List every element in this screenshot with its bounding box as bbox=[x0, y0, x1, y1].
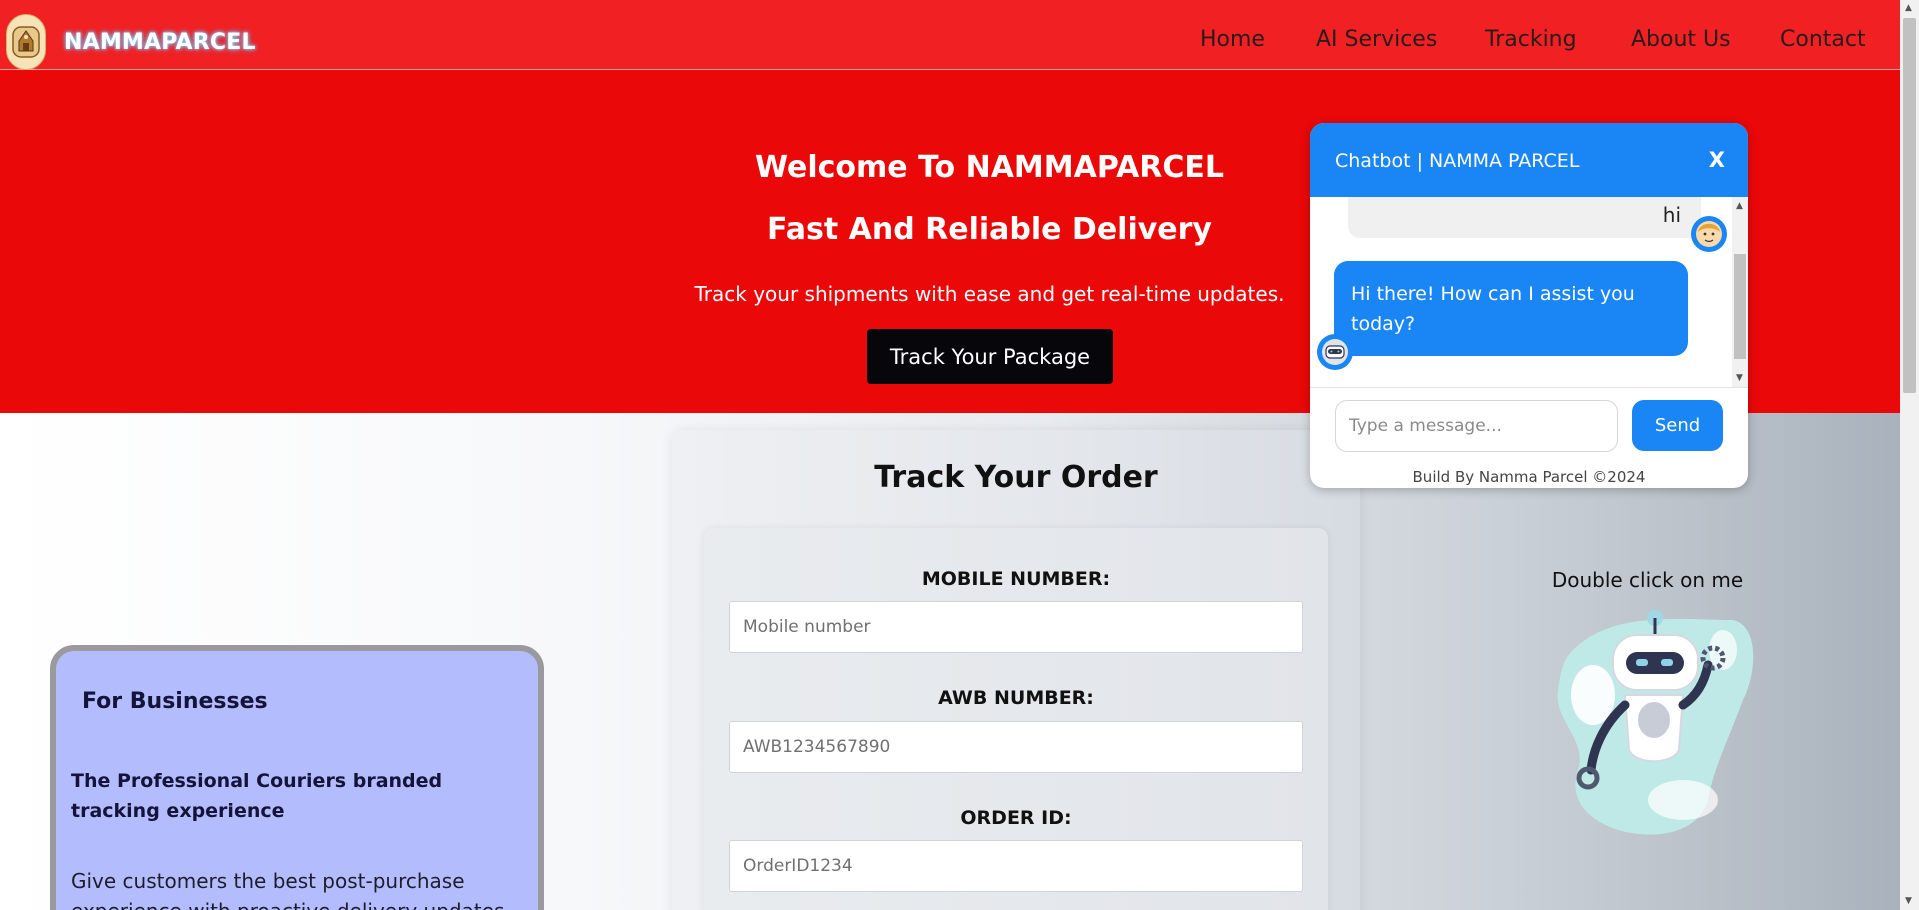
nav-tracking[interactable]: Tracking bbox=[1485, 27, 1577, 52]
chatbot-title: Chatbot | NAMMA PARCEL bbox=[1335, 150, 1580, 172]
nav-contact[interactable]: Contact bbox=[1780, 27, 1866, 52]
business-card: For Businesses The Professional Couriers… bbox=[50, 645, 544, 910]
page-scroll-up-icon[interactable]: ▲ bbox=[1905, 3, 1912, 13]
awb-number-label: AWB NUMBER: bbox=[938, 687, 1094, 709]
bot-avatar-icon bbox=[1316, 333, 1354, 371]
bot-message-text: Hi there! How can I assist you today? bbox=[1351, 283, 1635, 335]
business-title: For Businesses bbox=[82, 689, 268, 714]
mobile-number-input[interactable] bbox=[729, 601, 1303, 653]
chatbot-close-button[interactable]: X bbox=[1709, 148, 1725, 172]
chatbot-scroll-thumb[interactable] bbox=[1734, 254, 1746, 359]
chatbot-send-button[interactable]: Send bbox=[1632, 400, 1723, 451]
temple-logo-icon[interactable] bbox=[6, 14, 46, 70]
chatbot-header: Chatbot | NAMMA PARCEL X bbox=[1310, 123, 1748, 197]
track-package-button[interactable]: Track Your Package bbox=[867, 329, 1113, 384]
track-order-title: Track Your Order bbox=[874, 460, 1158, 495]
robot-mascot-icon[interactable] bbox=[1533, 600, 1763, 840]
chatbot-credit: Build By Namma Parcel ©2024 bbox=[1412, 468, 1646, 486]
nav-ai-services[interactable]: AI Services bbox=[1316, 27, 1437, 52]
page-scroll-thumb[interactable] bbox=[1903, 18, 1916, 393]
track-form: MOBILE NUMBER: AWB NUMBER: ORDER ID: bbox=[704, 528, 1328, 910]
awb-number-input[interactable] bbox=[729, 721, 1303, 773]
scroll-down-arrow-icon[interactable]: ▼ bbox=[1736, 373, 1743, 383]
mobile-number-label: MOBILE NUMBER: bbox=[921, 568, 1111, 590]
page-scrollbar[interactable]: ▲ ▼ bbox=[1900, 0, 1919, 910]
bot-message: Hi there! How can I assist you today? bbox=[1334, 261, 1688, 356]
chatbot-window: Chatbot | NAMMA PARCEL X hi Hi there! Ho… bbox=[1310, 123, 1748, 488]
nav-about-us[interactable]: About Us bbox=[1631, 27, 1731, 52]
chatbot-messages[interactable]: hi Hi there! How can I assist you today? bbox=[1310, 197, 1748, 387]
page-scroll-down-icon[interactable]: ▼ bbox=[1905, 896, 1912, 906]
chatbot-message-input[interactable] bbox=[1335, 400, 1618, 452]
navbar: NAMMAPARCEL Home AI Services Tracking Ab… bbox=[0, 0, 1900, 70]
scroll-up-arrow-icon[interactable]: ▲ bbox=[1736, 201, 1743, 211]
nav-home[interactable]: Home bbox=[1200, 27, 1265, 52]
user-message-text: hi bbox=[1662, 203, 1681, 227]
business-description: Give customers the best post-purchase ex… bbox=[71, 869, 504, 910]
order-id-label: ORDER ID: bbox=[960, 807, 1072, 829]
robot-hint: Double click on me bbox=[1551, 568, 1744, 592]
business-subtitle: The Professional Couriers branded tracki… bbox=[71, 770, 443, 822]
chatbot-divider bbox=[1310, 387, 1748, 388]
user-avatar-icon bbox=[1690, 215, 1728, 253]
order-id-input[interactable] bbox=[729, 840, 1303, 892]
chatbot-scrollbar[interactable]: ▲ ▼ bbox=[1732, 197, 1748, 387]
brand-name[interactable]: NAMMAPARCEL bbox=[64, 30, 256, 55]
user-message: hi bbox=[1348, 197, 1701, 238]
track-order-card: Track Your Order MOBILE NUMBER: AWB NUMB… bbox=[672, 430, 1360, 910]
